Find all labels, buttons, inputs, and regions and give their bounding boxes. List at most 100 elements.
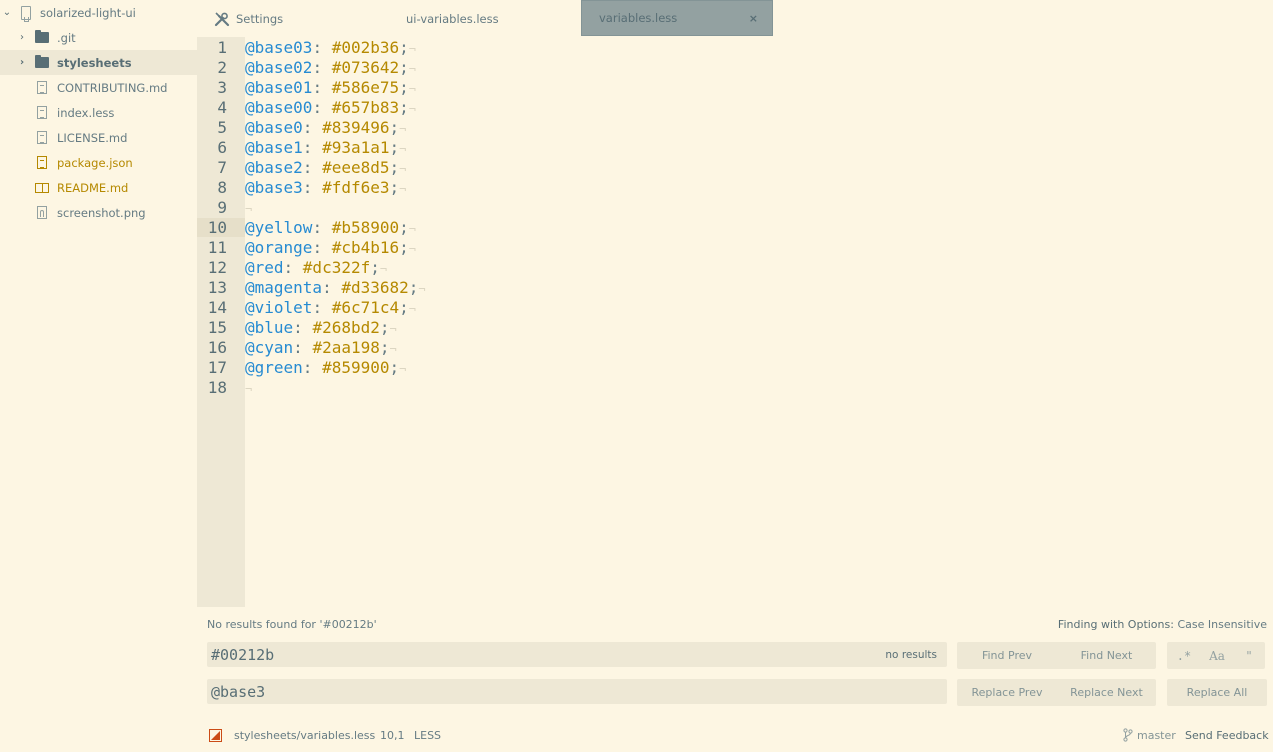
code-line[interactable]: 12 @red: #dc322f;¬ bbox=[197, 257, 1273, 277]
code-line[interactable]: 8 @base3: #fdf6e3;¬ bbox=[197, 177, 1273, 197]
line-number: 2 bbox=[217, 57, 227, 77]
whole-word-toggle[interactable]: " bbox=[1233, 649, 1265, 663]
semicolon: ; bbox=[389, 117, 400, 137]
variable-name: @base1 bbox=[245, 137, 303, 157]
find-options-label: Finding with Options: bbox=[1057, 618, 1174, 631]
branch-name: master bbox=[1137, 728, 1176, 742]
find-option-toggles: .* Aa " bbox=[1167, 642, 1265, 669]
tree-item-package-json[interactable]: package.json bbox=[0, 150, 197, 175]
tab-variables-less[interactable]: variables.less × bbox=[581, 0, 773, 36]
line-content: @orange: #cb4b16;¬ bbox=[245, 238, 416, 257]
semicolon: ; bbox=[389, 357, 400, 377]
tab-label: Settings bbox=[236, 11, 284, 26]
book-icon bbox=[35, 181, 49, 195]
find-input[interactable]: #00212b no results bbox=[207, 642, 947, 667]
code-line[interactable]: 7 @base2: #eee8d5;¬ bbox=[197, 157, 1273, 177]
folder-icon bbox=[35, 30, 49, 45]
status-branch[interactable]: master bbox=[1123, 728, 1176, 742]
code-line[interactable]: 5 @base0: #839496;¬ bbox=[197, 117, 1273, 137]
semicolon: ; bbox=[389, 157, 400, 177]
eol-marker: ¬ bbox=[379, 261, 388, 276]
color-value: #586e75 bbox=[331, 77, 400, 97]
code-line[interactable]: 1 @base03: #002b36;¬ bbox=[197, 37, 1273, 57]
tree-root[interactable]: ⌄ solarized-light-ui bbox=[0, 0, 197, 25]
code-line[interactable]: 11 @orange: #cb4b16;¬ bbox=[197, 237, 1273, 257]
tree-item-label: screenshot.png bbox=[57, 205, 146, 220]
tree-item-contributing[interactable]: CONTRIBUTING.md bbox=[0, 75, 197, 100]
color-value: #eee8d5 bbox=[322, 157, 390, 177]
tab-settings[interactable]: Settings bbox=[214, 0, 404, 37]
tree-item-git[interactable]: › .git bbox=[0, 25, 197, 50]
eol-marker: ¬ bbox=[408, 101, 417, 116]
semicolon: ; bbox=[399, 77, 409, 97]
line-number: 17 bbox=[207, 357, 227, 377]
chevron-right-icon[interactable]: › bbox=[17, 32, 27, 43]
code-line[interactable]: 13 @magenta: #d33682;¬ bbox=[197, 277, 1273, 297]
code-line[interactable]: 9 ¬ bbox=[197, 197, 1273, 217]
code-line[interactable]: 2 @base02: #073642;¬ bbox=[197, 57, 1273, 77]
tree-item-label: CONTRIBUTING.md bbox=[57, 80, 168, 95]
code-line[interactable]: 15 @blue: #268bd2;¬ bbox=[197, 317, 1273, 337]
replace-all-button[interactable]: Replace All bbox=[1167, 686, 1267, 699]
tree-item-screenshot[interactable]: screenshot.png bbox=[0, 200, 197, 225]
send-feedback-link[interactable]: Send Feedback bbox=[1185, 729, 1269, 742]
code-line[interactable]: 16 @cyan: #2aa198;¬ bbox=[197, 337, 1273, 357]
chevron-right-icon[interactable]: › bbox=[17, 57, 27, 68]
line-content: @yellow: #b58900;¬ bbox=[245, 218, 416, 237]
tree-view: ⌄ solarized-light-ui › .git › stylesheet… bbox=[0, 0, 197, 752]
tree-item-readme[interactable]: README.md bbox=[0, 175, 197, 200]
eol-marker: ¬ bbox=[399, 141, 407, 156]
case-sensitive-toggle[interactable]: Aa bbox=[1201, 649, 1233, 663]
chevron-down-icon[interactable]: ⌄ bbox=[2, 7, 12, 18]
color-value: #002b36 bbox=[331, 37, 400, 57]
find-next-button[interactable]: Find Next bbox=[1057, 649, 1156, 662]
semicolon: ; bbox=[379, 317, 390, 337]
line-content: @violet: #6c71c4;¬ bbox=[245, 298, 416, 317]
code-line[interactable]: 18 ¬ bbox=[197, 377, 1273, 397]
eol-marker: ¬ bbox=[399, 161, 407, 176]
color-value: #268bd2 bbox=[312, 317, 380, 337]
tree-item-label: stylesheets bbox=[57, 55, 132, 70]
code-line[interactable]: 17 @green: #859900;¬ bbox=[197, 357, 1273, 377]
variable-name: @green bbox=[245, 357, 303, 377]
code-line[interactable]: 6 @base1: #93a1a1;¬ bbox=[197, 137, 1273, 157]
line-number: 6 bbox=[217, 137, 227, 157]
variable-name: @magenta bbox=[245, 277, 323, 297]
line-number: 14 bbox=[207, 297, 227, 317]
file-text-icon bbox=[35, 131, 49, 145]
code-line[interactable]: 3 @base01: #586e75;¬ bbox=[197, 77, 1273, 97]
color-value: #859900 bbox=[322, 357, 390, 377]
colon: : bbox=[293, 317, 313, 337]
line-number: 3 bbox=[217, 77, 227, 97]
line-content: ¬ bbox=[245, 378, 252, 397]
find-and-replace-panel: No results found for '#00212b' Finding w… bbox=[197, 607, 1273, 717]
code-line[interactable]: 4 @base00: #657b83;¬ bbox=[197, 97, 1273, 117]
eol-marker: ¬ bbox=[399, 361, 407, 376]
color-value: #073642 bbox=[331, 57, 400, 77]
tree-item-license[interactable]: LICENSE.md bbox=[0, 125, 197, 150]
find-prev-button[interactable]: Find Prev bbox=[957, 649, 1057, 662]
replace-prev-button[interactable]: Replace Prev bbox=[957, 686, 1057, 699]
code-line[interactable]: 14 @violet: #6c71c4;¬ bbox=[197, 297, 1273, 317]
close-icon[interactable]: × bbox=[749, 12, 758, 25]
colon: : bbox=[302, 357, 323, 377]
find-result-count: no results bbox=[885, 648, 937, 661]
tree-item-index-less[interactable]: index.less bbox=[0, 100, 197, 125]
tree-item-stylesheets[interactable]: › stylesheets bbox=[0, 50, 197, 75]
semicolon: ; bbox=[399, 37, 409, 57]
status-grammar[interactable]: LESS bbox=[414, 729, 441, 742]
find-options-value: Case Insensitive bbox=[1177, 618, 1267, 631]
color-value: #b58900 bbox=[331, 217, 400, 237]
color-value: #6c71c4 bbox=[331, 297, 400, 317]
text-editor[interactable]: 1 @base03: #002b36;¬ 2 @base02: #073642;¬ 3 @… bbox=[197, 37, 1273, 607]
repo-icon bbox=[19, 5, 33, 22]
regex-toggle[interactable]: .* bbox=[1167, 649, 1201, 663]
status-file-path[interactable]: stylesheets/variables.less bbox=[234, 729, 375, 742]
status-cursor-position[interactable]: 10,1 bbox=[380, 729, 405, 742]
code-line[interactable]: 10 @yellow: #b58900;¬ bbox=[197, 217, 1273, 237]
tab-ui-variables[interactable]: ui-variables.less bbox=[406, 0, 586, 37]
replace-input[interactable]: @base3 bbox=[207, 679, 947, 704]
replace-next-button[interactable]: Replace Next bbox=[1057, 686, 1156, 699]
color-value: #fdf6e3 bbox=[322, 177, 390, 197]
colon: : bbox=[312, 237, 332, 257]
